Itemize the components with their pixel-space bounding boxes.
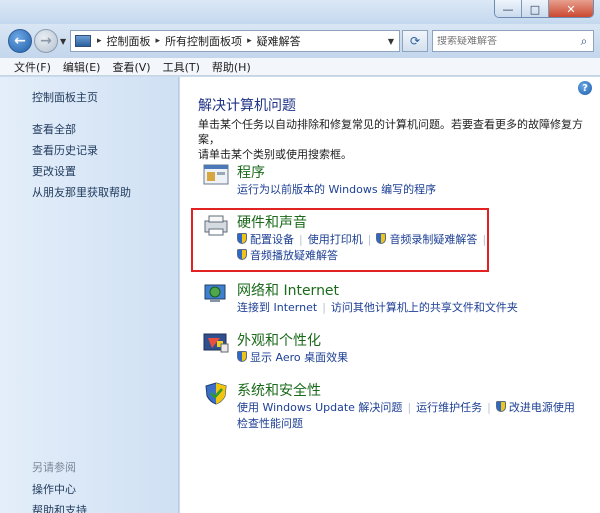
recent-pages-dropdown[interactable]: ▼ [60, 37, 66, 46]
navigation-bar: ← → ▼ ▸ 控制面板 ▸ 所有控制面板项 ▸ 疑难解答 ▼ ⟳ ⌕ [0, 24, 600, 58]
category-title[interactable]: 系统和安全性 [237, 380, 321, 400]
refresh-icon: ⟳ [409, 34, 421, 48]
link-aero-effects[interactable]: 显示 Aero 桌面效果 [250, 351, 348, 364]
sidebar: 控制面板主页 查看全部 查看历史记录 更改设置 从朋友那里获取帮助 另请参阅 操… [0, 77, 179, 513]
link-maintenance[interactable]: 运行维护任务 [416, 401, 482, 414]
description-line-2: 请单击某个类别或使用搜索框。 [198, 148, 352, 161]
menu-file[interactable]: 文件(F) [10, 59, 59, 75]
address-bar[interactable]: ▸ 控制面板 ▸ 所有控制面板项 ▸ 疑难解答 ▼ [70, 30, 400, 52]
arrow-left-icon: ← [14, 33, 26, 49]
control-panel-icon [75, 35, 91, 47]
chevron-right-icon[interactable]: ▸ [154, 36, 163, 46]
category-title[interactable]: 程序 [237, 162, 265, 182]
page-title: 解决计算机问题 [198, 98, 296, 114]
uac-shield-icon [495, 401, 506, 412]
uac-shield-icon [237, 351, 247, 362]
sidebar-item-friend-help[interactable]: 从朋友那里获取帮助 [32, 184, 131, 200]
title-bar: — □ ✕ [0, 0, 600, 24]
search-input[interactable] [433, 35, 575, 47]
sidebar-item-home[interactable]: 控制面板主页 [32, 89, 98, 105]
help-icon[interactable]: ? [578, 81, 592, 95]
link-performance[interactable]: 检查性能问题 [237, 417, 303, 430]
menu-tools[interactable]: 工具(T) [159, 59, 208, 75]
sidebar-item-help-support[interactable]: 帮助和支持 [32, 502, 87, 513]
menu-bar: 文件(F) 编辑(E) 查看(V) 工具(T) 帮助(H) [0, 58, 600, 76]
sidebar-item-settings[interactable]: 更改设置 [32, 163, 76, 179]
link-connect-internet[interactable]: 连接到 Internet [237, 301, 317, 314]
page-description: 单击某个任务以自动排除和修复常见的计算机问题。若要查看更多的故障修复方案， 请单… [198, 117, 593, 162]
security-icon [205, 382, 227, 405]
category-title[interactable]: 外观和个性化 [237, 330, 321, 350]
sidebar-item-action-center[interactable]: 操作中心 [32, 481, 76, 497]
chevron-down-icon[interactable]: ▼ [383, 37, 399, 46]
breadcrumb-control-panel[interactable]: 控制面板 [104, 33, 154, 49]
description-line-1: 单击某个任务以自动排除和修复常见的计算机问题。若要查看更多的故障修复方案， [198, 118, 583, 146]
programs-icon [203, 164, 229, 185]
search-box[interactable]: ⌕ [432, 30, 594, 52]
sidebar-item-view-all[interactable]: 查看全部 [32, 121, 76, 137]
link-power-usage[interactable]: 改进电源使用 [509, 401, 575, 414]
close-button[interactable]: ✕ [549, 0, 593, 17]
main-content: ? 解决计算机问题 单击某个任务以自动排除和修复常见的计算机问题。若要查看更多的… [180, 77, 600, 513]
category-title[interactable]: 网络和 Internet [237, 280, 339, 300]
network-icon [204, 284, 226, 302]
search-icon[interactable]: ⌕ [575, 34, 593, 49]
menu-help[interactable]: 帮助(H) [208, 59, 259, 75]
chevron-right-icon[interactable]: ▸ [95, 36, 104, 46]
menu-edit[interactable]: 编辑(E) [59, 59, 109, 75]
highlight-box [191, 208, 489, 272]
maximize-button[interactable]: □ [522, 0, 549, 17]
back-button[interactable]: ← [8, 29, 32, 53]
chevron-right-icon[interactable]: ▸ [245, 36, 254, 46]
breadcrumb-all-items[interactable]: 所有控制面板项 [162, 33, 245, 49]
window-controls: — □ ✕ [494, 0, 594, 18]
appearance-icon [203, 333, 229, 353]
forward-button[interactable]: → [34, 29, 58, 53]
refresh-button[interactable]: ⟳ [402, 30, 428, 52]
link-windows-update[interactable]: 使用 Windows Update 解决问题 [237, 401, 402, 414]
arrow-right-icon: → [40, 33, 52, 49]
breadcrumb-troubleshooting[interactable]: 疑难解答 [254, 33, 304, 49]
see-also-heading: 另请参阅 [32, 461, 76, 474]
minimize-button[interactable]: — [495, 0, 522, 17]
link-shared-files[interactable]: 访问其他计算机上的共享文件和文件夹 [331, 301, 518, 314]
menu-view[interactable]: 查看(V) [108, 59, 158, 75]
sidebar-item-history[interactable]: 查看历史记录 [32, 142, 98, 158]
link-program-compatibility[interactable]: 运行为以前版本的 Windows 编写的程序 [237, 183, 436, 196]
